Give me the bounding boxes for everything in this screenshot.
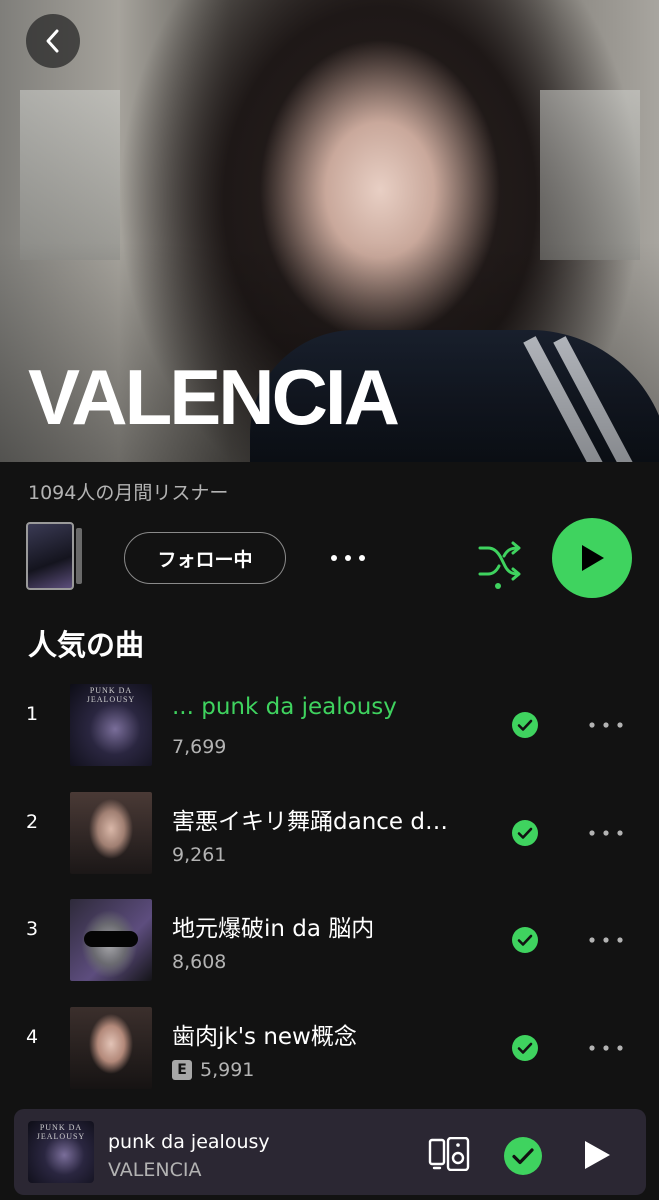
ellipsis-icon <box>589 1044 623 1051</box>
track-plays: 7,699 <box>172 736 226 758</box>
play-button[interactable] <box>552 518 632 598</box>
track-plays: 9,261 <box>172 844 226 866</box>
play-icon[interactable] <box>582 1139 612 1171</box>
play-count: 7,699 <box>172 736 227 758</box>
track-list: 1 PUNK DA JEALOUSY ... punk da jealousy … <box>0 672 659 1102</box>
check-circle-icon[interactable] <box>512 819 538 846</box>
play-count: 9,261 <box>172 843 227 866</box>
explicit-badge: E <box>172 1059 192 1080</box>
track-cover <box>70 899 152 981</box>
artist-name: VALENCIA <box>28 353 400 441</box>
cover-visor <box>84 931 138 947</box>
connect-device-icon[interactable] <box>428 1137 470 1171</box>
background-window <box>540 90 640 260</box>
back-button[interactable] <box>26 14 80 68</box>
track-more-button[interactable] <box>588 820 624 846</box>
check-circle-icon[interactable] <box>512 927 538 953</box>
play-count: 5,991 <box>200 1058 255 1081</box>
track-row[interactable]: 3 地元爆破in da 脳内 8,608 <box>0 887 659 995</box>
track-more-button[interactable] <box>588 1035 624 1061</box>
monthly-listeners: 1094人の月間リスナー <box>28 482 229 504</box>
check-circle-icon[interactable] <box>512 1034 538 1061</box>
track-row[interactable]: 1 PUNK DA JEALOUSY ... punk da jealousy … <box>0 672 659 780</box>
track-number: 1 <box>26 703 39 725</box>
artist-mini-cover[interactable] <box>26 522 82 590</box>
track-title: 地元爆破in da 脳内 <box>172 916 375 942</box>
track-plays: E 5,991 <box>172 1059 254 1081</box>
track-title: 害悪イキリ舞踊dance d… <box>172 808 448 835</box>
chevron-left-icon <box>46 29 59 53</box>
track-cover <box>70 1006 152 1089</box>
track-number: 2 <box>26 810 39 833</box>
more-options-button[interactable] <box>326 538 370 578</box>
track-more-button[interactable] <box>588 712 624 738</box>
track-number: 3 <box>26 918 39 940</box>
track-row[interactable]: 4 歯肉jk's new概念 E 5,991 <box>0 995 659 1103</box>
follow-button[interactable]: フォロー中 <box>124 532 286 584</box>
shuffle-button[interactable] <box>474 536 524 590</box>
now-playing-title: punk da jealousy <box>108 1131 270 1153</box>
ellipsis-icon <box>589 829 623 836</box>
shuffle-icon <box>478 541 521 589</box>
track-title: ... punk da jealousy <box>172 694 397 720</box>
ellipsis-icon <box>331 555 365 561</box>
track-plays: 8,608 <box>172 951 226 973</box>
background-window <box>20 90 120 260</box>
play-icon <box>582 545 604 571</box>
track-more-button[interactable] <box>588 927 624 953</box>
track-title: 歯肉jk's new概念 <box>172 1023 357 1050</box>
now-playing-artist: VALENCIA <box>108 1159 202 1181</box>
now-playing-bar[interactable]: PUNK DA JEALOUSY punk da jealousy VALENC… <box>14 1109 646 1195</box>
track-number: 4 <box>26 1025 39 1048</box>
now-playing-cover: PUNK DA JEALOUSY <box>28 1121 94 1183</box>
cover-text: PUNK DA JEALOUSY <box>36 1123 86 1141</box>
play-count: 8,608 <box>172 951 227 973</box>
action-row: フォロー中 <box>0 516 659 600</box>
track-cover <box>70 791 152 874</box>
check-circle-icon[interactable] <box>504 1137 542 1175</box>
ellipsis-icon <box>589 937 623 943</box>
popular-tracks-heading: 人気の曲 <box>28 628 145 662</box>
ellipsis-icon <box>589 722 623 728</box>
cover-text: PUNK DA JEALOUSY <box>86 686 136 704</box>
track-row[interactable]: 2 害悪イキリ舞踊dance d… 9,261 <box>0 780 659 888</box>
track-cover: PUNK DA JEALOUSY <box>70 684 152 766</box>
check-circle-icon[interactable] <box>512 712 538 738</box>
